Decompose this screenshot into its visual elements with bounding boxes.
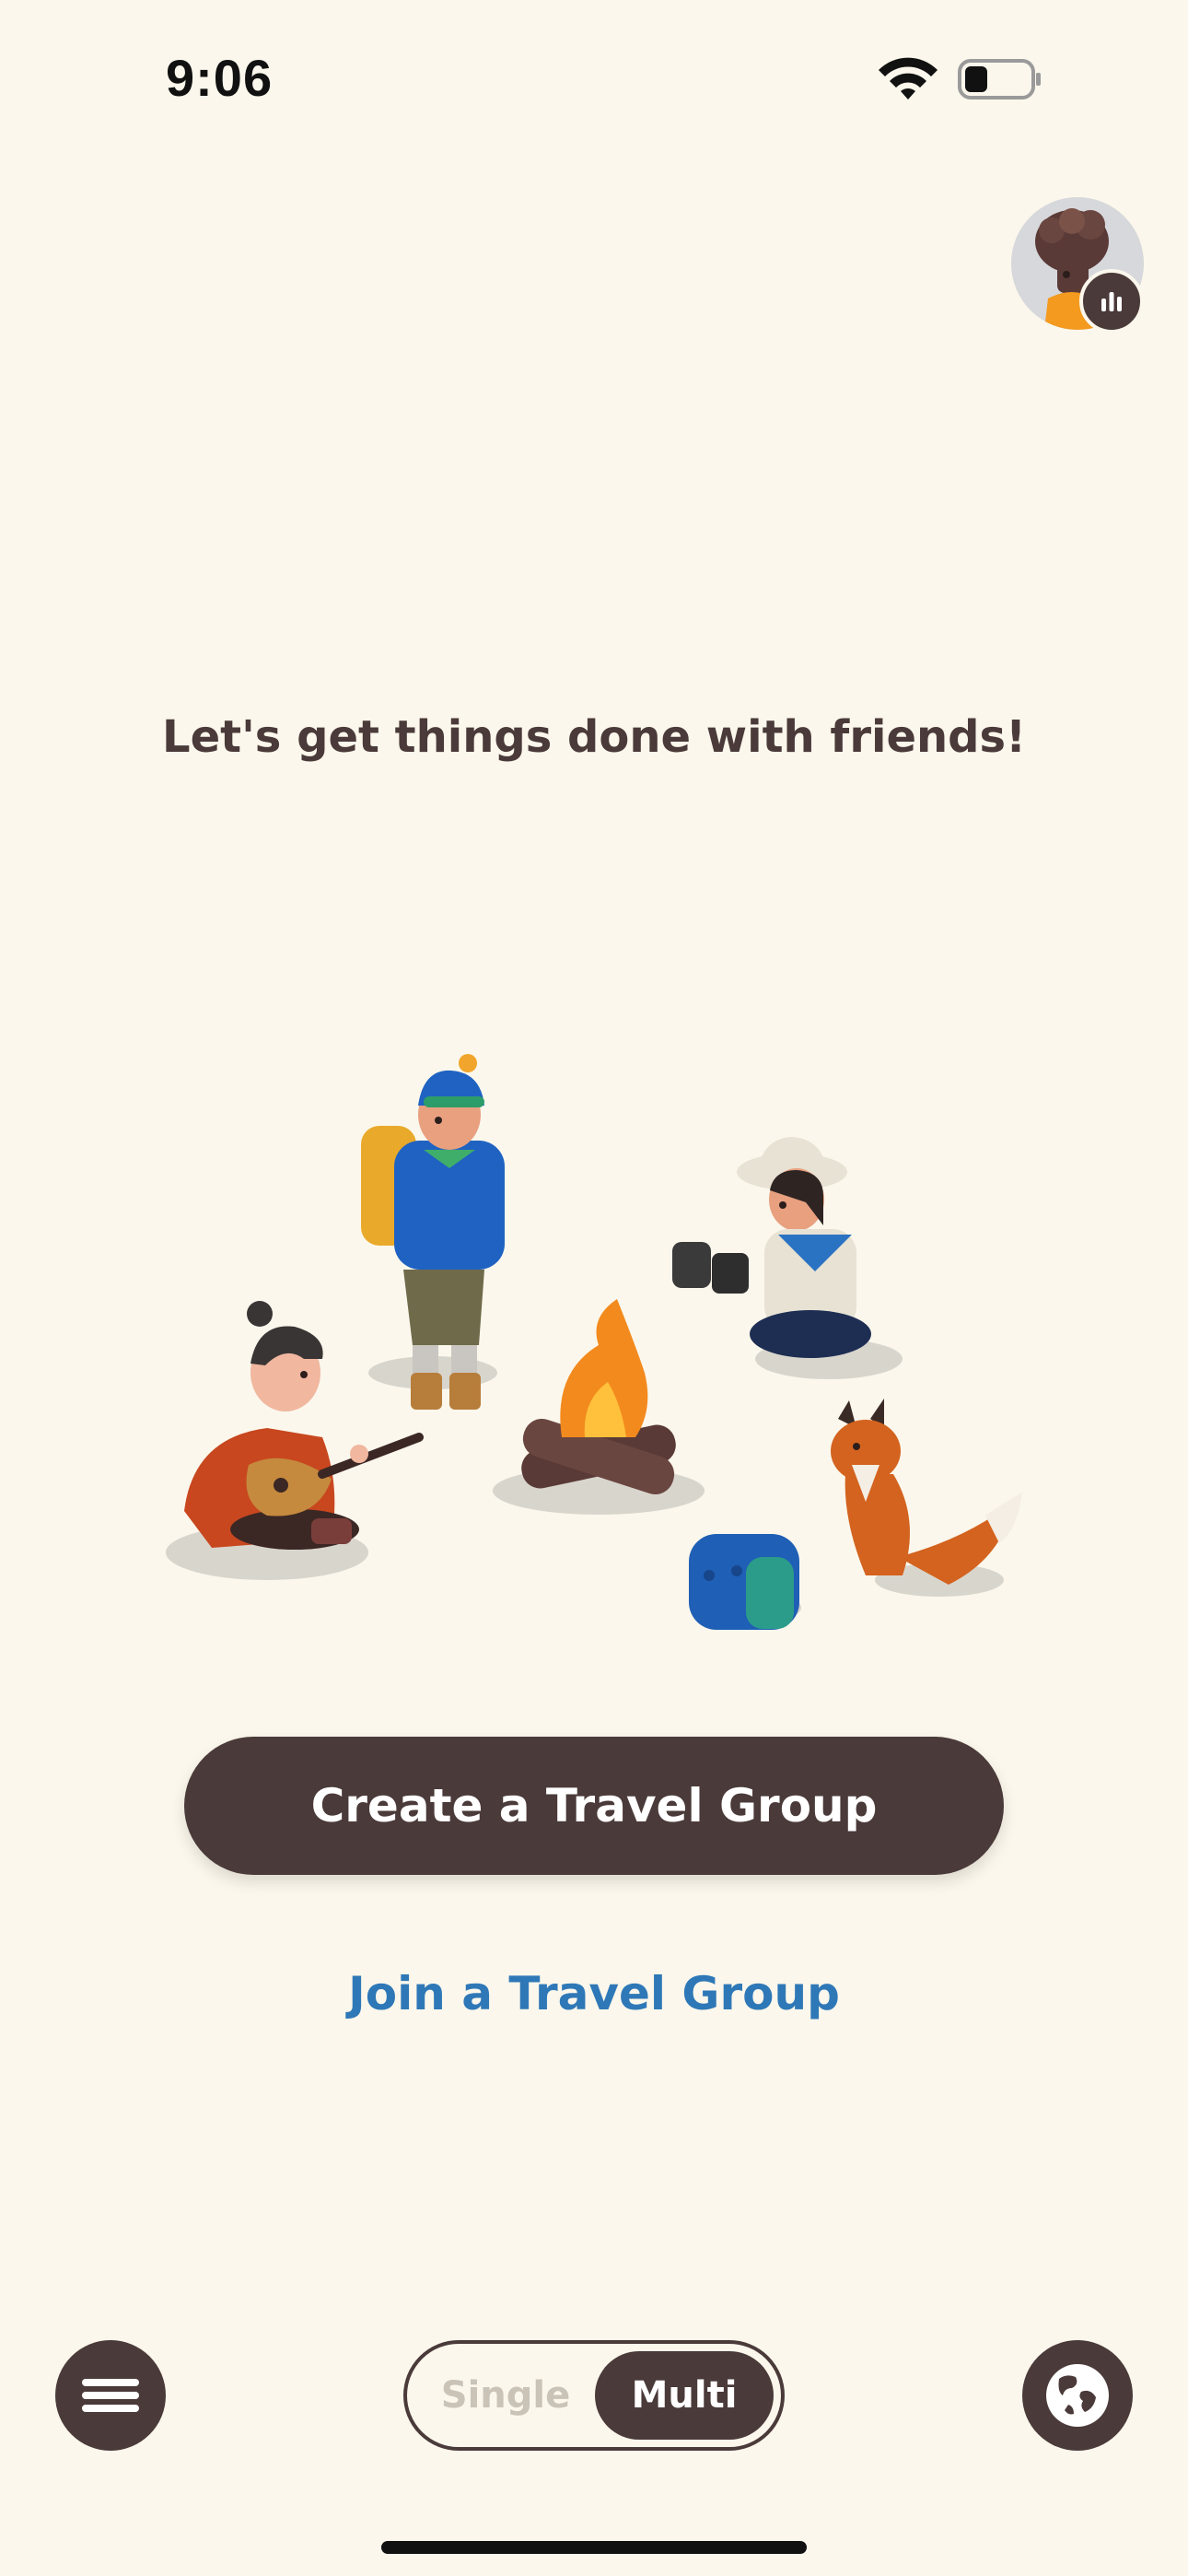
globe-button[interactable] xyxy=(1022,2340,1133,2451)
home-indicator[interactable] xyxy=(381,2541,807,2554)
join-travel-group-link[interactable]: Join a Travel Group xyxy=(0,1967,1188,2020)
fox-figure xyxy=(831,1399,1022,1585)
mug-holder-figure xyxy=(672,1137,871,1358)
hamburger-menu-icon xyxy=(82,2379,139,2412)
campfire-friends-illustration xyxy=(166,1054,1022,1630)
menu-button[interactable] xyxy=(55,2340,166,2451)
guitar-player-figure xyxy=(184,1301,424,1550)
battery-icon xyxy=(958,59,1041,100)
hiker-figure xyxy=(361,1054,505,1410)
wifi-icon xyxy=(879,57,938,100)
backpack xyxy=(689,1534,799,1630)
create-travel-group-button[interactable]: Create a Travel Group xyxy=(184,1737,1004,1875)
globe-icon xyxy=(1046,2364,1109,2427)
stats-bars-icon[interactable] xyxy=(1079,269,1144,334)
status-time: 9:06 xyxy=(166,49,274,107)
mode-option-single[interactable]: Single xyxy=(416,2353,595,2438)
page-headline: Let's get things done with friends! xyxy=(162,711,1026,763)
mode-option-multi[interactable]: Multi xyxy=(595,2351,774,2440)
mode-toggle[interactable]: Single Multi xyxy=(403,2340,785,2451)
campfire xyxy=(521,1299,676,1495)
